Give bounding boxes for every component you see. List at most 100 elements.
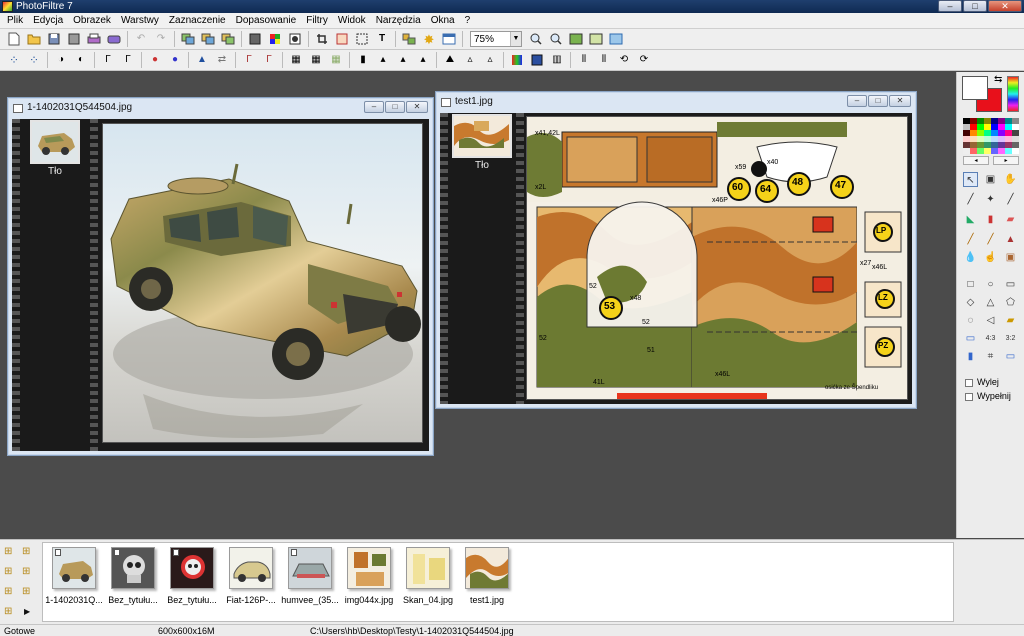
- thumbnail-item[interactable]: Bez_tytułu...: [104, 547, 162, 605]
- image-canvas[interactable]: 60 64 48 47 53 LP LZ PZ x40 x59 x46P x41…: [526, 116, 908, 400]
- effects-icon[interactable]: ✸: [421, 31, 437, 47]
- palette-prev-button[interactable]: ◂: [963, 156, 989, 165]
- polygon-lasso-icon[interactable]: ◁: [983, 313, 998, 328]
- document-title-bar[interactable]: test1.jpg – □ ✕: [436, 92, 916, 113]
- selection-tool-icon[interactable]: ↖: [963, 172, 978, 187]
- thumbnail-item[interactable]: test1.jpg: [458, 547, 516, 605]
- finger-tool-icon[interactable]: ☝: [983, 250, 998, 265]
- doc-minimize-button[interactable]: –: [364, 101, 384, 113]
- posterize-icon[interactable]: Γ: [261, 52, 277, 68]
- spray-icon[interactable]: ▮: [983, 212, 998, 227]
- open-folder-icon[interactable]: [26, 31, 42, 47]
- menu-obrazek[interactable]: Obrazek: [68, 13, 116, 28]
- selection-icon[interactable]: [354, 31, 370, 47]
- drop-icon[interactable]: ▴: [375, 52, 391, 68]
- text-tool-icon[interactable]: T: [374, 31, 390, 47]
- foreground-color-swatch[interactable]: [962, 76, 988, 100]
- fill-bucket-icon[interactable]: ◣: [963, 212, 978, 227]
- menu-filtry[interactable]: Filtry: [301, 13, 333, 28]
- menu-edycja[interactable]: Edycja: [28, 13, 68, 28]
- hue-gradient-bar[interactable]: [1007, 76, 1019, 112]
- gamma-plus-icon[interactable]: Γ: [120, 52, 136, 68]
- triangle2-icon[interactable]: ▵: [482, 52, 498, 68]
- hand-tool-icon[interactable]: ✋: [1003, 172, 1018, 187]
- ellipse-shape-icon[interactable]: ○: [983, 277, 998, 292]
- tree-view-icon[interactable]: ⊞: [22, 566, 36, 578]
- fill-checkbox[interactable]: [965, 379, 973, 387]
- thumbnail-item[interactable]: 1-1402031Q...: [45, 547, 103, 605]
- new-file-icon[interactable]: [6, 31, 22, 47]
- crop-area-icon[interactable]: ⌗: [983, 349, 998, 364]
- save-as-icon[interactable]: [66, 31, 82, 47]
- magic-wand-icon[interactable]: ▣: [983, 172, 998, 187]
- document-title-bar[interactable]: 1-1402031Q544504.jpg – □ ✕: [8, 98, 433, 119]
- brush-icon[interactable]: ╱: [963, 232, 978, 247]
- grayscale-icon[interactable]: ▲: [194, 52, 210, 68]
- actual-size-icon[interactable]: [588, 31, 604, 47]
- gamma-minus-icon[interactable]: Γ: [100, 52, 116, 68]
- ratio-3-2-icon[interactable]: 3:2: [1003, 331, 1018, 346]
- wand-icon[interactable]: ✦: [983, 192, 998, 207]
- thumbnail-item[interactable]: img044x.jpg: [340, 547, 398, 605]
- minimize-button[interactable]: –: [938, 0, 962, 12]
- resize-icon[interactable]: [334, 31, 350, 47]
- swap-colors-icon[interactable]: ⇆: [994, 74, 1002, 85]
- crop-icon[interactable]: [314, 31, 330, 47]
- chevron-down-icon[interactable]: ▼: [510, 32, 521, 46]
- filled-checkbox[interactable]: [965, 393, 973, 401]
- layer-thumbnail[interactable]: [30, 120, 80, 164]
- menu-narzedzia[interactable]: Narzędzia: [371, 13, 426, 28]
- auto-contrast-icon[interactable]: ⁘: [26, 52, 42, 68]
- blur-icon[interactable]: ▦: [288, 52, 304, 68]
- triangle-icon[interactable]: ▵: [462, 52, 478, 68]
- brightness-minus-icon[interactable]: ◑: [53, 52, 69, 68]
- document-window-camo[interactable]: test1.jpg – □ ✕ Tło 60 64 48 47 53 LP LZ…: [435, 91, 917, 409]
- pencil-icon[interactable]: ╱: [983, 232, 998, 247]
- transparency-icon[interactable]: [287, 31, 303, 47]
- thumbnail-item[interactable]: Skan_04.jpg: [399, 547, 457, 605]
- window-icon[interactable]: [441, 31, 457, 47]
- doc-close-button[interactable]: ✕: [889, 95, 911, 107]
- doc-maximize-button[interactable]: □: [868, 95, 888, 107]
- clone-tool-icon[interactable]: ▣: [1003, 250, 1018, 265]
- play-icon[interactable]: ▶: [24, 606, 38, 618]
- print-icon[interactable]: [86, 31, 102, 47]
- rainbow-icon[interactable]: [509, 52, 525, 68]
- flip-vertical-icon[interactable]: ⫴: [596, 52, 612, 68]
- paste-icon[interactable]: [200, 31, 216, 47]
- eraser-icon[interactable]: ▰: [1003, 212, 1018, 227]
- brightness-plus-icon[interactable]: ◐: [73, 52, 89, 68]
- negative-icon[interactable]: Γ: [241, 52, 257, 68]
- layers-icon[interactable]: [401, 31, 417, 47]
- drop3-icon[interactable]: ▴: [415, 52, 431, 68]
- flip-icon[interactable]: ▮: [355, 52, 371, 68]
- rectangle-shape-icon[interactable]: □: [963, 277, 978, 292]
- colors-icon[interactable]: [267, 31, 283, 47]
- doc-minimize-button[interactable]: –: [847, 95, 867, 107]
- screen-icon[interactable]: ▭: [1003, 349, 1018, 364]
- diamond-shape-icon[interactable]: ◇: [963, 295, 978, 310]
- menu-dopasowanie[interactable]: Dopasowanie: [231, 13, 302, 28]
- undo-icon[interactable]: ↶: [133, 31, 149, 47]
- document-window-humvee[interactable]: 1-1402031Q544504.jpg – □ ✕ Tło: [7, 97, 434, 456]
- rotate-right-icon[interactable]: ⟳: [636, 52, 652, 68]
- noise-icon[interactable]: ▦: [328, 52, 344, 68]
- saturation-plus-icon[interactable]: ●: [167, 52, 183, 68]
- invert-selection-icon[interactable]: ▭: [963, 331, 978, 346]
- fullscreen-icon[interactable]: [608, 31, 624, 47]
- sharpen-icon[interactable]: ▦: [308, 52, 324, 68]
- menu-zaznaczenie[interactable]: Zaznaczenie: [164, 13, 231, 28]
- doc-maximize-button[interactable]: □: [385, 101, 405, 113]
- rounded-rect-shape-icon[interactable]: ▭: [1003, 277, 1018, 292]
- paste-new-icon[interactable]: [220, 31, 236, 47]
- thumbnail-item[interactable]: humvee_(35...: [281, 547, 339, 605]
- color-palette[interactable]: [963, 118, 1019, 154]
- maximize-button[interactable]: □: [963, 0, 987, 12]
- vertical-icon[interactable]: ▮: [963, 349, 978, 364]
- zoom-in-icon[interactable]: [528, 31, 544, 47]
- auto-levels-icon[interactable]: ⁘: [6, 52, 22, 68]
- lasso-icon[interactable]: ◌: [963, 313, 978, 328]
- texture-icon[interactable]: ▥: [549, 52, 565, 68]
- menu-okna[interactable]: Okna: [426, 13, 460, 28]
- tree-view-icon[interactable]: ⊞: [4, 586, 18, 598]
